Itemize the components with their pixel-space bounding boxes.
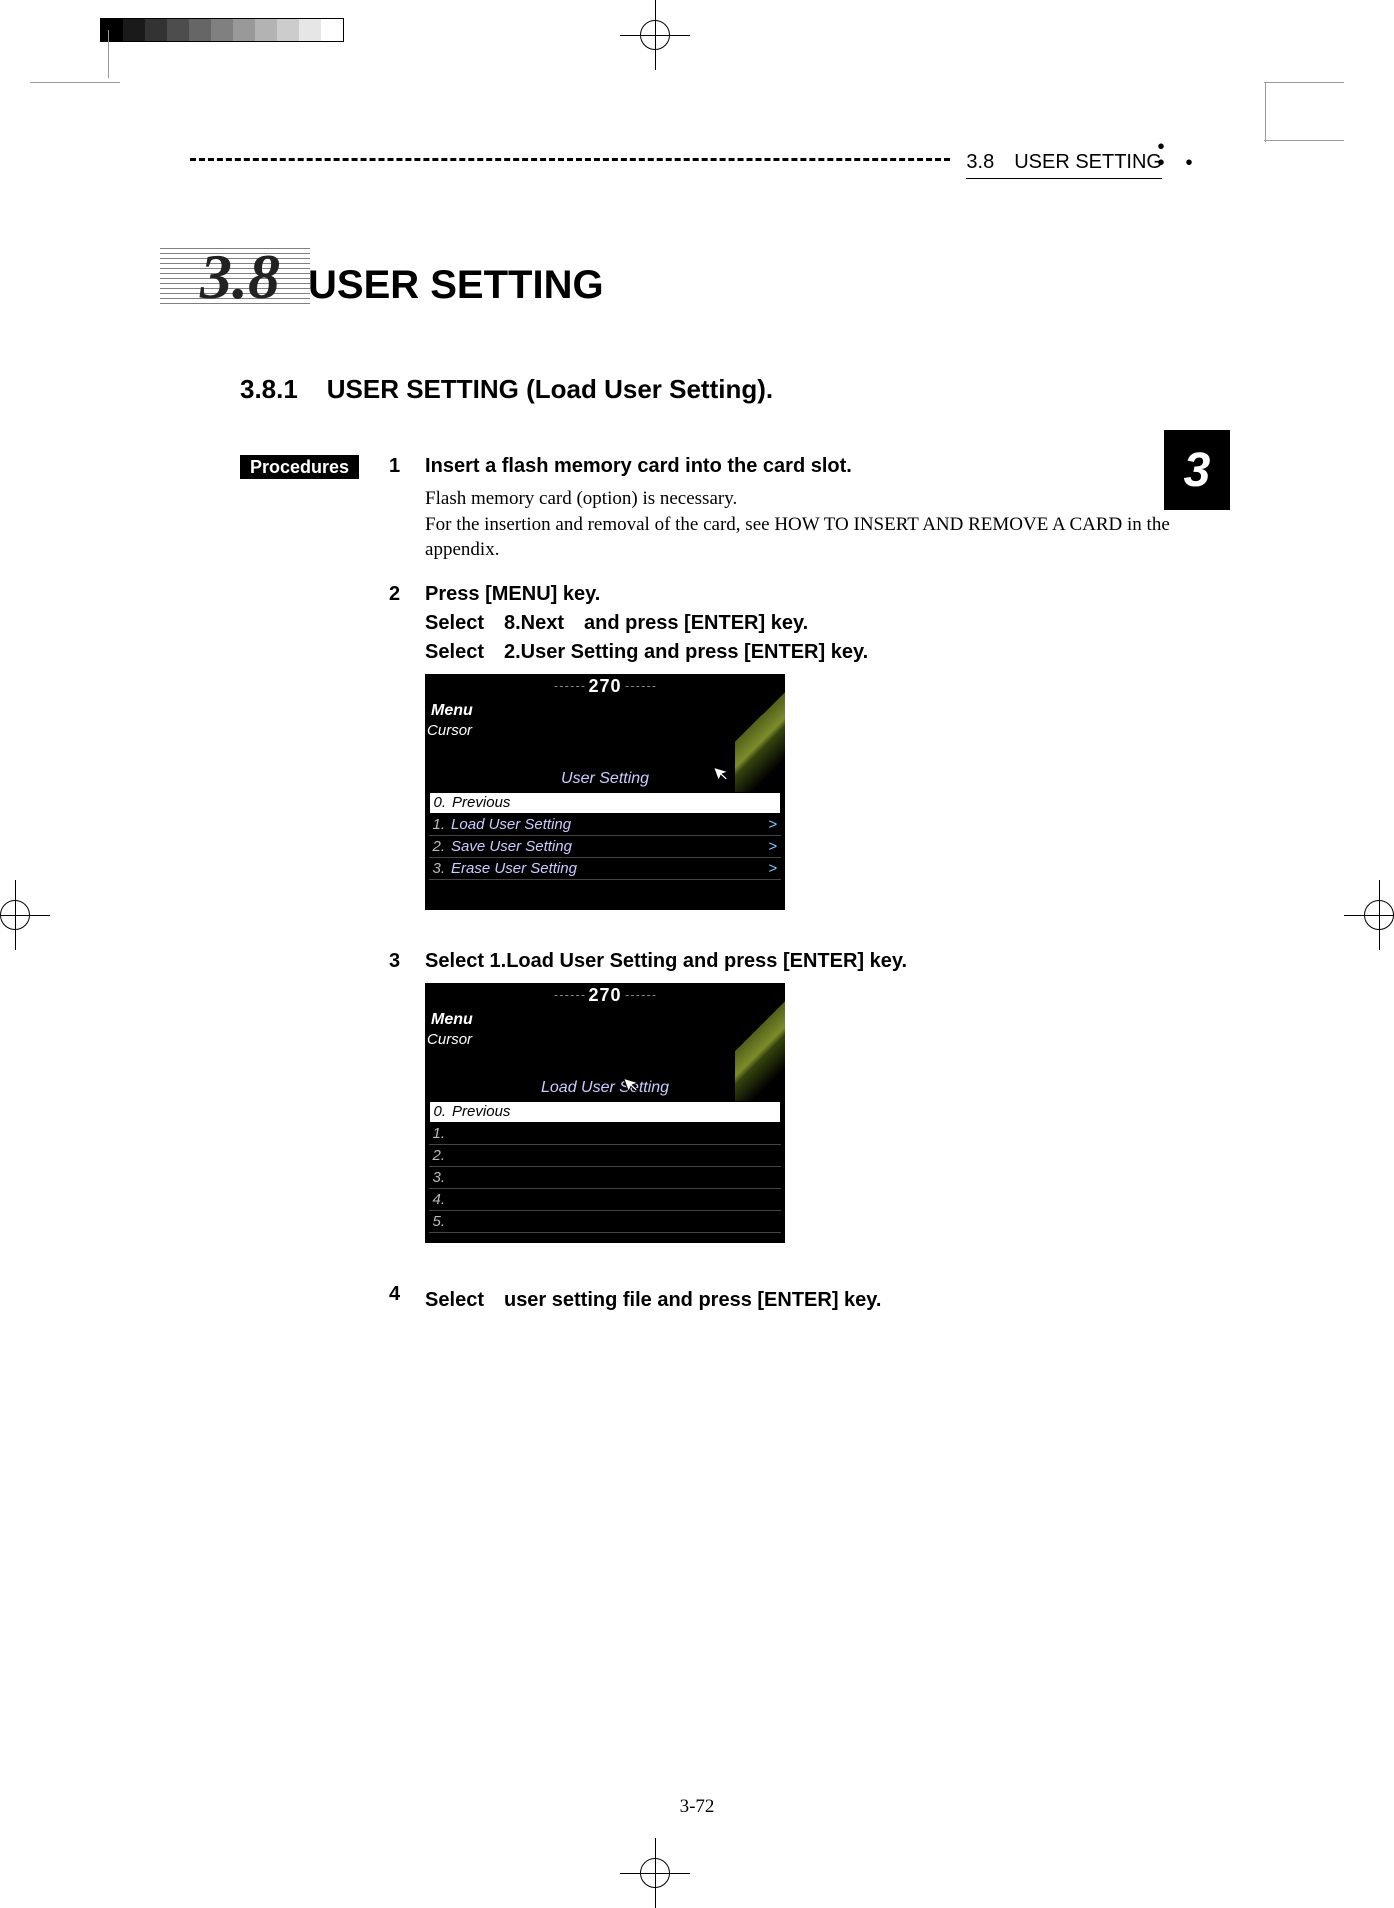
- menu-item: 3.Erase User Setting>: [429, 858, 781, 880]
- chevron-right-icon: >: [768, 860, 781, 877]
- step-1: 1 Insert a flash memory card into the ca…: [389, 455, 1210, 563]
- menu-title: Load User Setting: [425, 1011, 785, 1101]
- registration-mark-top: [620, 0, 690, 70]
- step-title: Insert a flash memory card into the card…: [425, 455, 1210, 478]
- menu-item-label: Previous: [448, 794, 780, 811]
- step-description: Flash memory card (option) is necessary.…: [425, 486, 1210, 563]
- menu-item-index: 4.: [429, 1191, 447, 1208]
- menu-item-index: 2.: [429, 1147, 447, 1164]
- step-4: 4 Select user setting file and press [EN…: [389, 1283, 1210, 1320]
- page-number: 3-72: [0, 1796, 1394, 1818]
- menu-item: 2.: [429, 1145, 781, 1167]
- menu-item-index: 1.: [429, 816, 447, 833]
- crop-mark: [1265, 82, 1266, 142]
- chevron-right-icon: >: [768, 838, 781, 855]
- header-dots-icon: ・・・: [1148, 140, 1204, 172]
- menu-item: 5.: [429, 1211, 781, 1233]
- chevron-right-icon: >: [768, 816, 781, 833]
- menu-item: 1.Load User Setting>: [429, 814, 781, 836]
- crop-mark: [30, 82, 120, 83]
- menu-item-label: Save User Setting: [447, 838, 768, 855]
- registration-mark-left: [0, 880, 50, 950]
- step-title: Select 1.Load User Setting and press [EN…: [425, 950, 1210, 973]
- compass-heading: 270: [589, 676, 622, 697]
- section-title: USER SETTING: [308, 263, 604, 308]
- menu-item-label: Load User Setting: [447, 816, 768, 833]
- crop-mark: [1264, 140, 1344, 141]
- page-content: 3.8 USER SETTING ・・・ 3.8 USER SETTING 3.…: [190, 140, 1210, 1340]
- menu-item: 0.Previous: [429, 1101, 781, 1123]
- menu-item-index: 0.: [430, 794, 448, 811]
- menu-item: 2.Save User Setting>: [429, 836, 781, 858]
- procedures-badge: Procedures: [240, 455, 359, 479]
- step-number: 4: [389, 1283, 405, 1320]
- subsection-heading: 3.8.1 USER SETTING (Load User Setting).: [240, 374, 1210, 405]
- menu-item-label: Erase User Setting: [447, 860, 768, 877]
- menu-item-index: 1.: [429, 1125, 447, 1142]
- crop-mark: [108, 30, 109, 78]
- menu-item-index: 3.: [429, 860, 447, 877]
- menu-item: 4.: [429, 1189, 781, 1211]
- step-number: 2: [389, 583, 405, 930]
- menu-item-index: 2.: [429, 838, 447, 855]
- step-title: Select user setting file and press [ENTE…: [425, 1283, 1210, 1312]
- menu-item: 3.: [429, 1167, 781, 1189]
- screenshot-load-user-setting-menu: 270 Menu Cursor Load User Setting 0.Prev…: [425, 983, 785, 1243]
- step-number: 1: [389, 455, 405, 563]
- step-title: Press [MENU] key. Select 8.Next and pres…: [425, 583, 1210, 664]
- menu-item: 1.: [429, 1123, 781, 1145]
- menu-item-index: 3.: [429, 1169, 447, 1186]
- screenshot-user-setting-menu: 270 Menu Cursor User Setting 0.Previous1…: [425, 674, 785, 910]
- compass-heading: 270: [589, 985, 622, 1006]
- registration-mark-bottom: [620, 1838, 690, 1908]
- grayscale-calibration-strip: [100, 18, 344, 42]
- step-2: 2 Press [MENU] key. Select 8.Next and pr…: [389, 583, 1210, 930]
- section-number: 3.8: [190, 240, 290, 314]
- menu-item-index: 0.: [430, 1103, 448, 1120]
- running-header: 3.8 USER SETTING ・・・: [190, 140, 1210, 180]
- step-3: 3 Select 1.Load User Setting and press […: [389, 950, 1210, 1263]
- menu-item-label: Previous: [448, 1103, 780, 1120]
- menu-item: 0.Previous: [429, 792, 781, 814]
- section-heading: 3.8 USER SETTING: [190, 240, 1210, 314]
- menu-item-index: 5.: [429, 1213, 447, 1230]
- registration-mark-right: [1344, 880, 1394, 950]
- steps-container: 1 Insert a flash memory card into the ca…: [389, 455, 1210, 1340]
- step-number: 3: [389, 950, 405, 1263]
- crop-mark: [1264, 82, 1344, 83]
- chapter-tab: 3: [1164, 430, 1230, 510]
- running-header-text: 3.8 USER SETTING: [966, 145, 1162, 179]
